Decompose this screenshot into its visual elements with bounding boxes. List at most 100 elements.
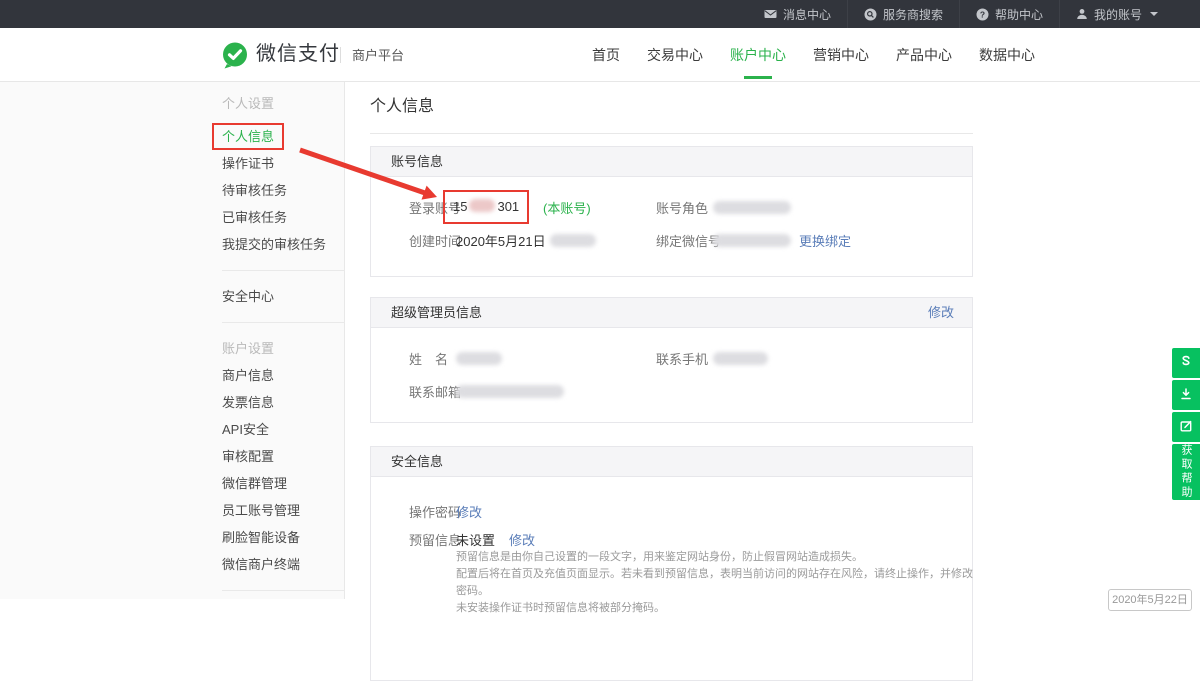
section-super-admin-header: 超级管理员信息 修改 xyxy=(371,298,972,328)
topbar-item-label: 服务商搜索 xyxy=(883,6,943,23)
brand-divider xyxy=(340,47,341,63)
contact-email-value xyxy=(456,383,564,403)
created-time-label: 创建时间 xyxy=(409,232,461,252)
svg-text:?: ? xyxy=(980,9,985,19)
section-super-admin-info: 超级管理员信息 修改 姓 名 联系手机 联系邮箱 xyxy=(370,297,973,423)
redacted-wechat-id xyxy=(713,234,791,247)
redacted-phone xyxy=(713,352,768,365)
main-nav: 首页 交易中心 账户中心 营销中心 产品中心 数据中心 xyxy=(592,28,1035,81)
get-help-label: 获取帮助 xyxy=(1178,444,1194,500)
row-created-time: 创建时间 2020年5月21日 绑定微信号 更换绑定 xyxy=(371,232,972,252)
redacted-login-middle xyxy=(469,199,495,212)
question-circle-icon: ? xyxy=(976,8,989,21)
change-binding-link[interactable]: 更换绑定 xyxy=(799,232,851,252)
nav-home[interactable]: 首页 xyxy=(592,45,620,65)
sidebar-header-personal-settings: 个人设置 xyxy=(222,90,345,117)
bound-wechat-value xyxy=(713,232,791,252)
contact-email-label: 联系邮箱 xyxy=(409,383,461,403)
download-icon xyxy=(1179,387,1193,404)
account-role-label: 账号角色 xyxy=(656,199,708,219)
topbar-item-my-account[interactable]: 我的账号 xyxy=(1059,0,1174,28)
sidebar-item-merchant-info[interactable]: 商户信息 xyxy=(222,362,345,389)
sidebar-divider xyxy=(222,322,345,323)
topbar-item-help-center[interactable]: ? 帮助中心 xyxy=(959,0,1059,28)
login-account-note: (本账号) xyxy=(543,199,591,219)
nav-marketing-center[interactable]: 营销中心 xyxy=(813,45,869,65)
sidebar-header-account-settings: 账户设置 xyxy=(222,335,345,362)
sidebar: 个人设置 个人信息 操作证书 待审核任务 已审核任务 我提交的审核任务 安全中心… xyxy=(222,90,345,603)
sidebar-item-review-config[interactable]: 审核配置 xyxy=(222,443,345,470)
sidebar-item-api-security[interactable]: API安全 xyxy=(222,416,345,443)
sidebar-item-operation-certificate[interactable]: 操作证书 xyxy=(222,150,345,177)
topbar-item-label: 我的账号 xyxy=(1094,6,1142,23)
floating-help-bar: 获取帮助 xyxy=(1172,348,1200,500)
reserved-info-help-text: 预留信息是由你自己设置的一段文字，用来鉴定网站身份，防止假冒网站造成损失。 配置… xyxy=(456,549,976,617)
redacted-created-time xyxy=(550,234,596,247)
section-security-header: 安全信息 xyxy=(371,447,972,477)
hook-icon xyxy=(1179,355,1193,372)
operation-password-label: 操作密码 xyxy=(409,503,461,523)
search-circle-icon xyxy=(864,8,877,21)
redacted-name xyxy=(456,352,502,365)
header: 微信支付 商户平台 首页 交易中心 账户中心 营销中心 产品中心 数据中心 xyxy=(0,28,1200,82)
hook-shortcut-button[interactable] xyxy=(1172,348,1200,378)
redacted-email xyxy=(456,385,564,398)
sidebar-item-reviewed-tasks[interactable]: 已审核任务 xyxy=(222,204,345,231)
help-line: 配置后将在首页及充值页面显示。若未看到预留信息，表明当前访问的网站存在风险，请终… xyxy=(456,566,976,600)
wechat-pay-logo-icon xyxy=(221,41,249,74)
sidebar-divider xyxy=(222,270,345,271)
login-prefix: 15 xyxy=(453,199,467,214)
contact-phone-value xyxy=(713,350,768,370)
portal-subtitle: 商户平台 xyxy=(352,28,404,81)
topbar-item-label: 帮助中心 xyxy=(995,6,1043,23)
get-help-button[interactable]: 获取帮助 xyxy=(1172,444,1200,500)
sidebar-divider xyxy=(222,590,345,591)
edit-admin-link[interactable]: 修改 xyxy=(928,298,954,328)
name-label: 姓 名 xyxy=(409,350,448,370)
topbar-items: 消息中心 服务商搜索 ? 帮助中心 我的账号 xyxy=(748,0,1174,28)
login-suffix: 301 xyxy=(497,199,519,214)
sidebar-item-my-submitted-tasks[interactable]: 我提交的审核任务 xyxy=(222,231,345,258)
edit-reserved-info-link[interactable]: 修改 xyxy=(509,533,535,548)
sidebar-item-invoice-info[interactable]: 发票信息 xyxy=(222,389,345,416)
section-account-info: 账号信息 登录账号 15301 (本账号) 账号角色 创建时间 2020年5月2… xyxy=(370,146,973,277)
redacted-account-role xyxy=(713,201,791,214)
download-button[interactable] xyxy=(1172,380,1200,410)
reserved-info-label: 预留信息 xyxy=(409,531,461,551)
topbar-item-message-center[interactable]: 消息中心 xyxy=(748,0,847,28)
sidebar-item-personal-info[interactable]: 个人信息 xyxy=(212,123,284,150)
mail-icon xyxy=(764,8,777,20)
edit-password-link[interactable]: 修改 xyxy=(456,505,482,520)
side-panel: 个人设置 个人信息 操作证书 待审核任务 已审核任务 我提交的审核任务 安全中心… xyxy=(0,82,345,599)
sidebar-item-face-smart-device[interactable]: 刷脸智能设备 xyxy=(222,524,345,551)
row-admin-name-phone: 姓 名 联系手机 xyxy=(371,350,972,370)
sidebar-item-staff-account-mgmt[interactable]: 员工账号管理 xyxy=(222,497,345,524)
edit-icon xyxy=(1179,419,1193,436)
nav-product-center[interactable]: 产品中心 xyxy=(896,45,952,65)
section-title: 超级管理员信息 xyxy=(391,305,482,320)
sidebar-item-pending-review-tasks[interactable]: 待审核任务 xyxy=(222,177,345,204)
help-line: 未安装操作证书时预留信息将被部分掩码。 xyxy=(456,600,976,617)
contact-phone-label: 联系手机 xyxy=(656,350,708,370)
sidebar-item-wechat-group-mgmt[interactable]: 微信群管理 xyxy=(222,470,345,497)
row-admin-email: 联系邮箱 xyxy=(371,383,972,403)
chevron-down-icon xyxy=(1150,12,1158,20)
section-title: 账号信息 xyxy=(391,154,443,169)
row-operation-password: 操作密码 修改 xyxy=(371,503,972,523)
title-divider xyxy=(370,133,973,134)
login-account-value-redbox: 15 301 xyxy=(443,190,529,224)
nav-transaction-center[interactable]: 交易中心 xyxy=(647,45,703,65)
feedback-button[interactable] xyxy=(1172,412,1200,442)
reserved-info-status: 未设置 xyxy=(456,533,495,548)
topbar-item-provider-search[interactable]: 服务商搜索 xyxy=(847,0,959,28)
date-tooltip: 2020年5月22日 xyxy=(1108,589,1192,611)
nav-data-center[interactable]: 数据中心 xyxy=(979,45,1035,65)
nav-account-center[interactable]: 账户中心 xyxy=(730,45,786,65)
section-title: 安全信息 xyxy=(391,454,443,469)
sidebar-item-wechat-merchant-terminal[interactable]: 微信商户终端 xyxy=(222,551,345,578)
section-account-info-header: 账号信息 xyxy=(371,147,972,177)
account-role-value xyxy=(713,199,791,219)
sidebar-item-security-center[interactable]: 安全中心 xyxy=(222,283,345,310)
created-time-value: 2020年5月21日 xyxy=(456,232,596,252)
brand-title: 微信支付 xyxy=(256,28,340,81)
